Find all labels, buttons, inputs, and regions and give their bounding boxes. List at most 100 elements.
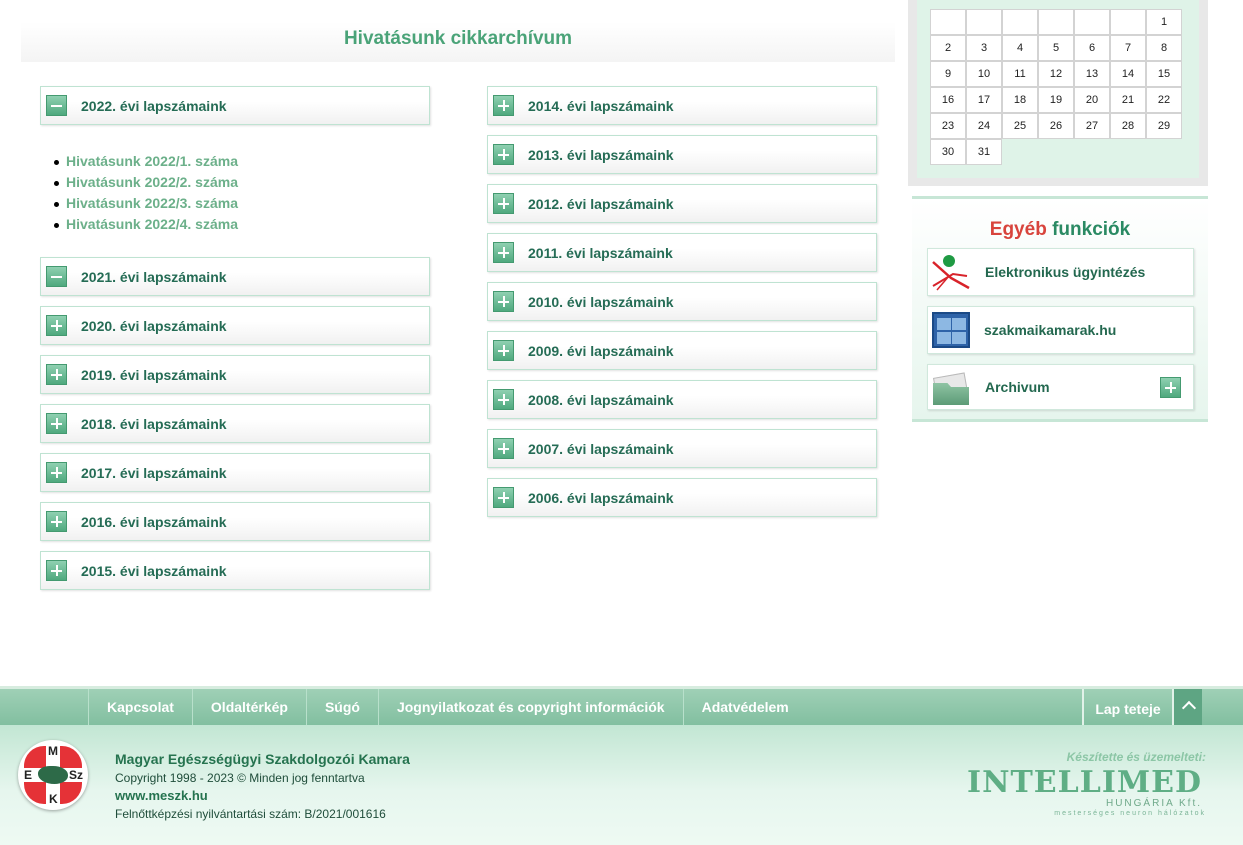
- brand-tagline: mesterséges neuron hálózatok: [1054, 810, 1206, 817]
- calendar-day[interactable]: 2: [930, 35, 966, 61]
- year-toggle-2021[interactable]: 2021. évi lapszámaink: [40, 257, 430, 296]
- year-label: 2022. évi lapszámaink: [81, 97, 227, 114]
- calendar-day[interactable]: 4: [1002, 35, 1038, 61]
- calendar-day[interactable]: 5: [1038, 35, 1074, 61]
- collapse-icon[interactable]: [46, 266, 67, 287]
- back-to-top-link[interactable]: Lap teteje: [1082, 689, 1172, 725]
- calendar-day[interactable]: 8: [1146, 35, 1182, 61]
- calendar-day[interactable]: 28: [1110, 113, 1146, 139]
- calendar-day[interactable]: 22: [1146, 87, 1182, 113]
- calendar-day[interactable]: 13: [1074, 61, 1110, 87]
- list-item: Hivatásunk 2022/4. száma: [52, 214, 430, 235]
- year-toggle-2014[interactable]: 2014. évi lapszámaink: [487, 86, 877, 125]
- expand-icon[interactable]: [493, 487, 514, 508]
- expand-icon[interactable]: [46, 560, 67, 581]
- calendar-empty-cell: [1002, 9, 1038, 35]
- year-toggle-2010[interactable]: 2010. évi lapszámaink: [487, 282, 877, 321]
- e-administration-button[interactable]: Elektronikus ügyintézés: [927, 248, 1194, 296]
- calendar-day[interactable]: 14: [1110, 61, 1146, 87]
- year-toggle-2009[interactable]: 2009. évi lapszámaink: [487, 331, 877, 370]
- calendar-day[interactable]: 11: [1002, 61, 1038, 87]
- calendar-day[interactable]: 29: [1146, 113, 1182, 139]
- year-label: 2015. évi lapszámaink: [81, 562, 227, 579]
- expand-icon[interactable]: [46, 511, 67, 532]
- expand-icon[interactable]: [493, 291, 514, 312]
- year-toggle-2020[interactable]: 2020. évi lapszámaink: [40, 306, 430, 345]
- year-toggle-2017[interactable]: 2017. évi lapszámaink: [40, 453, 430, 492]
- calendar-day[interactable]: 25: [1002, 113, 1038, 139]
- year-toggle-2022[interactable]: 2022. évi lapszámaink: [40, 86, 430, 125]
- collapse-icon[interactable]: [46, 95, 67, 116]
- calendar-widget: 1 2 3 4 5 6 7 8 9 10 11 12 13 14 15 16 17 18 19 20 21 22 23 24 2…: [908, 0, 1208, 186]
- calendar-day[interactable]: 9: [930, 61, 966, 87]
- expand-icon[interactable]: [493, 193, 514, 214]
- calendar-day[interactable]: 23: [930, 113, 966, 139]
- calendar-day[interactable]: 26: [1038, 113, 1074, 139]
- year-toggle-2015[interactable]: 2015. évi lapszámaink: [40, 551, 430, 590]
- expand-icon[interactable]: [46, 462, 67, 483]
- calendar-day[interactable]: 27: [1074, 113, 1110, 139]
- list-item: Hivatásunk 2022/2. száma: [52, 172, 430, 193]
- chevron-up-icon[interactable]: [1172, 689, 1202, 725]
- map-icon: [38, 766, 68, 784]
- copyright-text: Copyright 1998 - 2023 © Minden jog fennt…: [115, 771, 365, 785]
- e-administration-icon: [931, 252, 971, 292]
- expand-icon[interactable]: [493, 389, 514, 410]
- footer-link-legal[interactable]: Jognyilatkozat és copyright információk: [377, 689, 683, 725]
- calendar-day[interactable]: 21: [1110, 87, 1146, 113]
- year-toggle-2006[interactable]: 2006. évi lapszámaink: [487, 478, 877, 517]
- year-toggle-2018[interactable]: 2018. évi lapszámaink: [40, 404, 430, 443]
- expand-icon[interactable]: [493, 95, 514, 116]
- expand-icon[interactable]: [493, 438, 514, 459]
- expand-icon[interactable]: [493, 144, 514, 165]
- calendar-day[interactable]: 1: [1146, 9, 1182, 35]
- expand-icon[interactable]: [493, 340, 514, 361]
- archive-button[interactable]: Archivum: [927, 364, 1194, 410]
- footer-link-sitemap[interactable]: Oldaltérkép: [191, 689, 306, 725]
- calendar-day[interactable]: 6: [1074, 35, 1110, 61]
- issue-link[interactable]: Hivatásunk 2022/2. száma: [66, 174, 238, 190]
- other-functions-panel: Egyéb funkciók Elektronikus ügyintézés s…: [912, 196, 1208, 422]
- expand-icon[interactable]: [46, 413, 67, 434]
- calendar-day[interactable]: 7: [1110, 35, 1146, 61]
- calendar-day[interactable]: 10: [966, 61, 1002, 87]
- intellimed-logo[interactable]: INTELLIMED: [967, 765, 1202, 800]
- issue-link[interactable]: Hivatásunk 2022/4. száma: [66, 216, 238, 232]
- organization-name: Magyar Egészségügyi Szakdolgozói Kamara: [115, 751, 410, 767]
- expand-icon[interactable]: [1160, 376, 1181, 398]
- calendar-day[interactable]: 16: [930, 87, 966, 113]
- calendar-day[interactable]: 17: [966, 87, 1002, 113]
- calendar-day[interactable]: 30: [930, 139, 966, 165]
- year-label: 2006. évi lapszámaink: [528, 489, 674, 506]
- calendar-day[interactable]: 24: [966, 113, 1002, 139]
- year-toggle-2007[interactable]: 2007. évi lapszámaink: [487, 429, 877, 468]
- issue-link[interactable]: Hivatásunk 2022/1. száma: [66, 153, 238, 169]
- footer-link-privacy[interactable]: Adatvédelem: [682, 689, 807, 725]
- footer-link-help[interactable]: Súgó: [305, 689, 378, 725]
- year-toggle-2008[interactable]: 2008. évi lapszámaink: [487, 380, 877, 419]
- year-toggle-2016[interactable]: 2016. évi lapszámaink: [40, 502, 430, 541]
- calendar-day[interactable]: 31: [966, 139, 1002, 165]
- expand-icon[interactable]: [46, 364, 67, 385]
- brand-subtitle: HUNGÁRIA Kft.: [1105, 798, 1202, 809]
- year-toggle-2011[interactable]: 2011. évi lapszámaink: [487, 233, 877, 272]
- calendar-day[interactable]: 3: [966, 35, 1002, 61]
- calendar-day[interactable]: 19: [1038, 87, 1074, 113]
- calendar-day[interactable]: 18: [1002, 87, 1038, 113]
- year-toggle-2012[interactable]: 2012. évi lapszámaink: [487, 184, 877, 223]
- issue-link[interactable]: Hivatásunk 2022/3. száma: [66, 195, 238, 211]
- calendar-day[interactable]: 15: [1146, 61, 1182, 87]
- website-link[interactable]: www.meszk.hu: [115, 788, 208, 803]
- made-by-text: Készítette és üzemelteti:: [1066, 750, 1206, 764]
- calendar-day[interactable]: 12: [1038, 61, 1074, 87]
- year-toggle-2019[interactable]: 2019. évi lapszámaink: [40, 355, 430, 394]
- title-part-green: funkciók: [1052, 219, 1131, 240]
- footer-link-contact[interactable]: Kapcsolat: [88, 689, 192, 725]
- year-toggle-2013[interactable]: 2013. évi lapszámaink: [487, 135, 877, 174]
- expand-icon[interactable]: [493, 242, 514, 263]
- expand-icon[interactable]: [46, 315, 67, 336]
- logo-letter: M: [48, 744, 58, 758]
- year-label: 2012. évi lapszámaink: [528, 195, 674, 212]
- calendar-day[interactable]: 20: [1074, 87, 1110, 113]
- chambers-portal-button[interactable]: szakmaikamarak.hu: [927, 306, 1194, 354]
